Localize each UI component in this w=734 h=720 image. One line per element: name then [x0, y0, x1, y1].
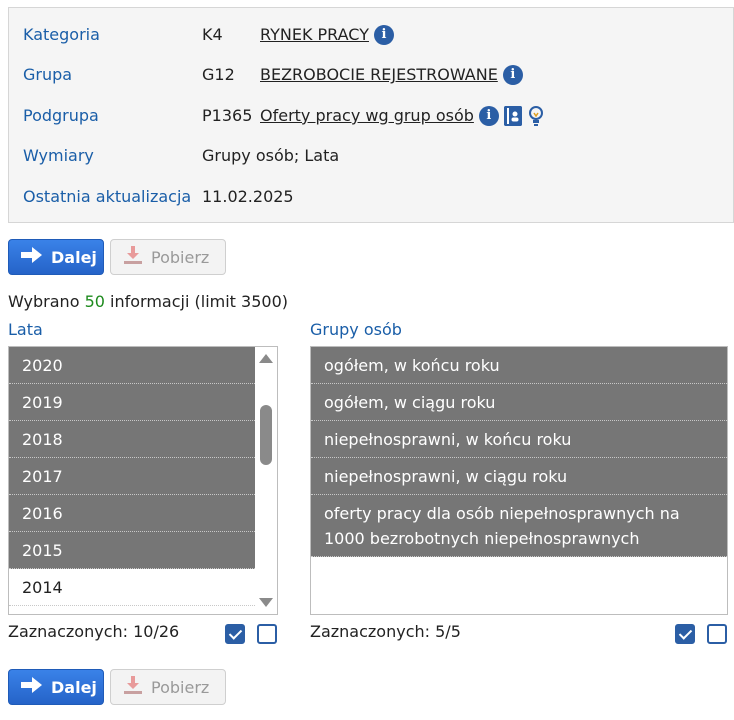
dimensions-label: Wymiary: [23, 146, 94, 165]
category-code: K4: [202, 25, 223, 44]
years-listbox[interactable]: 2020 2019 2018 2017 2016 2015 2014: [8, 346, 278, 615]
years-scrollbar[interactable]: [255, 347, 277, 614]
category-link[interactable]: RYNEK PRACY: [260, 24, 369, 46]
last-update-label: Ostatnia aktualizacja: [23, 187, 192, 206]
groups-listbox[interactable]: ogółem, w końcu roku ogółem, w ciągu rok…: [310, 346, 728, 615]
scroll-down-icon[interactable]: [259, 598, 273, 607]
list-item[interactable]: 2016: [9, 495, 255, 532]
list-item[interactable]: 2014: [9, 569, 255, 606]
scroll-up-icon[interactable]: [259, 354, 273, 363]
download-button-label: Pobierz: [151, 677, 210, 697]
list-item[interactable]: ogółem, w końcu roku: [311, 347, 727, 384]
list-item[interactable]: 2020: [9, 347, 255, 384]
dimensions-value: Grupy osób; Lata: [202, 146, 340, 165]
selection-prefix: Wybrano: [8, 292, 80, 311]
bulb-icon[interactable]: [527, 105, 545, 127]
download-button-label: Pobierz: [151, 247, 210, 267]
download-icon: [123, 675, 143, 699]
groups-selected-count: Zaznaczonych: 5/5: [310, 622, 461, 641]
select-all-groups-checkbox[interactable]: [675, 624, 695, 644]
years-selected-count: Zaznaczonych: 10/26: [8, 622, 180, 641]
arrow-right-icon: [21, 246, 43, 268]
download-button-bottom[interactable]: Pobierz: [110, 669, 226, 705]
subgroup-link[interactable]: Oferty pracy wg grup osób: [260, 105, 474, 127]
groups-title: Grupy osób: [310, 320, 402, 339]
selection-summary: Wybrano 50 informacji (limit 3500): [8, 292, 288, 311]
list-item[interactable]: ogółem, w ciągu roku: [311, 384, 727, 421]
next-button-label: Dalej: [51, 247, 97, 267]
category-label: Kategoria: [23, 25, 100, 44]
download-icon: [123, 245, 143, 269]
deselect-all-groups-checkbox[interactable]: [707, 624, 727, 644]
next-button-label: Dalej: [51, 677, 97, 697]
deselect-all-years-checkbox[interactable]: [257, 624, 277, 644]
info-icon[interactable]: i: [478, 106, 499, 126]
list-item[interactable]: oferty pracy dla osób niepełnosprawnych …: [311, 495, 727, 557]
group-link[interactable]: BEZROBOCIE REJESTROWANE: [260, 64, 498, 86]
last-update-value: 11.02.2025: [202, 187, 294, 206]
years-title: Lata: [8, 320, 43, 339]
select-all-years-checkbox[interactable]: [225, 624, 245, 644]
subgroup-label: Podgrupa: [23, 106, 99, 125]
list-item[interactable]: 2015: [9, 532, 255, 569]
selection-suffix: informacji (limit 3500): [110, 292, 288, 311]
selection-count: 50: [84, 292, 105, 311]
download-button[interactable]: Pobierz: [110, 239, 226, 275]
group-code: G12: [202, 65, 235, 84]
info-icon[interactable]: i: [502, 65, 523, 85]
scroll-thumb[interactable]: [260, 405, 272, 465]
variable-info-panel: Kategoria K4 RYNEK PRACY i Grupa G12 BEZ…: [8, 7, 734, 223]
next-button[interactable]: Dalej: [8, 239, 104, 275]
info-icon[interactable]: i: [373, 25, 394, 45]
list-item[interactable]: 2017: [9, 458, 255, 495]
book-icon[interactable]: [503, 106, 522, 126]
list-item[interactable]: niepełnosprawni, w ciągu roku: [311, 458, 727, 495]
next-button-bottom[interactable]: Dalej: [8, 669, 104, 705]
arrow-right-icon: [21, 676, 43, 698]
group-label: Grupa: [23, 65, 73, 84]
subgroup-code: P1365: [202, 106, 253, 125]
list-item[interactable]: 2019: [9, 384, 255, 421]
list-item[interactable]: 2018: [9, 421, 255, 458]
list-item[interactable]: niepełnosprawni, w końcu roku: [311, 421, 727, 458]
